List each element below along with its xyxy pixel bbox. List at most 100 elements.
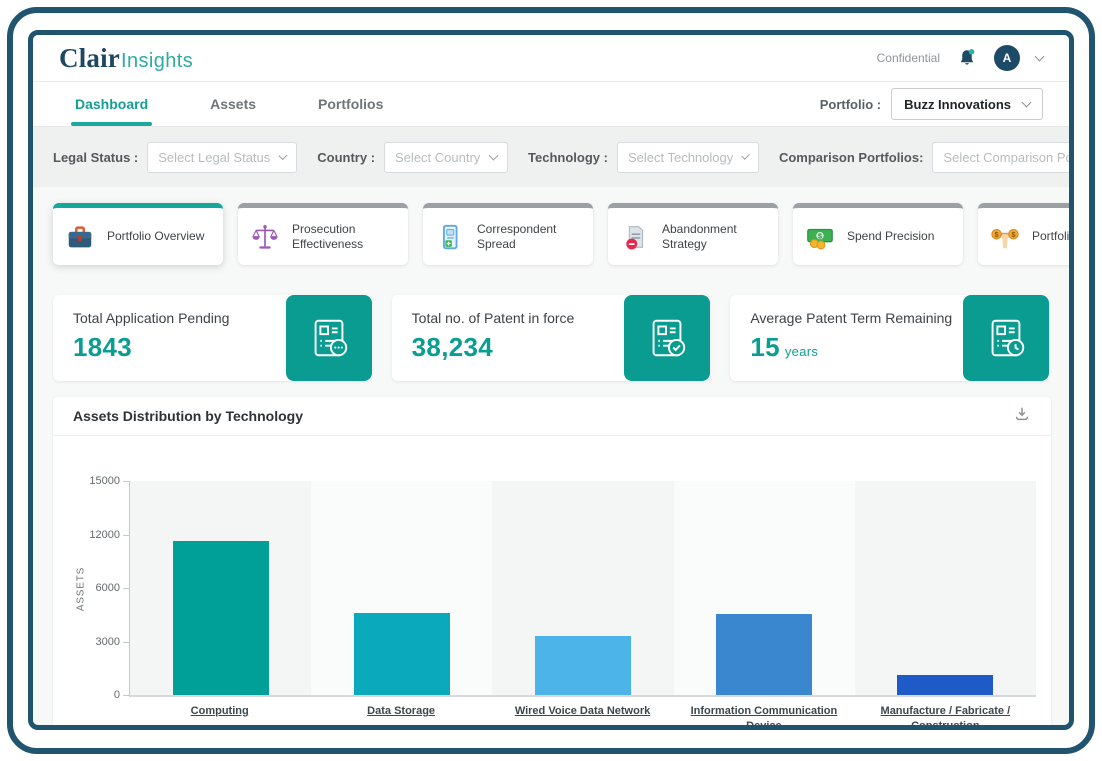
- stat-card-patent-term-remaining: Average Patent Term Remaining 15 years: [730, 295, 1049, 381]
- chevron-down-icon: [741, 151, 749, 159]
- comparison-portfolio-placeholder: Select Comparison Portfolio: [943, 150, 1074, 165]
- portfolio-select[interactable]: Buzz Innovations: [891, 88, 1043, 120]
- legal-status-placeholder: Select Legal Status: [158, 150, 270, 165]
- feature-tab-label: Spend Precision: [847, 229, 934, 244]
- page-content: Portfolio Overview Prosecution Effective…: [33, 187, 1069, 730]
- chevron-down-icon: [489, 151, 499, 161]
- feature-tab-spend-precision[interactable]: $ Spend Precision: [793, 203, 963, 265]
- app-header: Clair Insights Confidential A: [33, 35, 1069, 82]
- legal-status-label: Legal Status :: [53, 150, 138, 165]
- x-axis-label[interactable]: Wired Voice Data Network: [515, 704, 650, 730]
- feature-tab-label: Correspondent Spread: [477, 222, 581, 252]
- x-axis-label[interactable]: Manufacture / Fabricate / Construction: [866, 704, 1024, 730]
- chart-plot-area: ASSETS 0300060001200015000: [129, 481, 1036, 697]
- feature-tab-abandonment-strategy[interactable]: Abandonment Strategy: [608, 203, 778, 265]
- chevron-down-icon: [279, 151, 288, 160]
- stat-value: 1843: [73, 332, 132, 362]
- stat-cards: Total Application Pending 1843: [53, 295, 1049, 381]
- stat-value: 15: [750, 332, 780, 362]
- briefcase-icon: [65, 222, 95, 252]
- feature-tab-correspondent-spread[interactable]: Correspondent Spread: [423, 203, 593, 265]
- portfolio-select-value: Buzz Innovations: [904, 97, 1011, 112]
- chart-column: [674, 481, 855, 695]
- document-check-icon: [644, 315, 690, 361]
- chart-plot: 0300060001200015000: [129, 481, 1036, 697]
- bar-information-communication-device[interactable]: [716, 614, 812, 695]
- stat-tile: [963, 295, 1049, 381]
- axis-tick: [123, 642, 130, 643]
- nav-bar: Dashboard Assets Portfolios Portfolio : …: [33, 82, 1069, 126]
- stat-label: Average Patent Term Remaining: [750, 310, 952, 326]
- stat-card-patents-in-force: Total no. of Patent in force 38,234: [392, 295, 711, 381]
- bar-data-storage[interactable]: [354, 613, 450, 695]
- x-axis-label[interactable]: Computing: [191, 704, 249, 730]
- stat-card-applications-pending: Total Application Pending 1843: [53, 295, 372, 381]
- scales-icon: [250, 222, 280, 252]
- document-dots-icon: [306, 315, 352, 361]
- chart-column: [855, 481, 1036, 695]
- document-minus-icon: [620, 222, 650, 252]
- technology-placeholder: Select Technology: [628, 150, 733, 165]
- technology-label: Technology :: [528, 150, 608, 165]
- bell-icon[interactable]: [956, 47, 978, 69]
- chevron-down-icon[interactable]: [1035, 52, 1045, 62]
- chevron-down-icon: [1022, 98, 1032, 108]
- cash-coins-icon: $: [805, 222, 835, 252]
- y-tick-label: 3000: [68, 636, 120, 648]
- axis-tick: [123, 588, 130, 589]
- bar-wired-voice-data-network[interactable]: [535, 636, 631, 695]
- chart-title: Assets Distribution by Technology: [73, 408, 303, 424]
- confidential-label: Confidential: [877, 51, 940, 65]
- stat-unit: years: [785, 344, 818, 359]
- chart-card: Assets Distribution by Technology ASSETS…: [53, 397, 1051, 730]
- bar-manufacture-fabricate-construction[interactable]: [897, 675, 993, 695]
- y-tick-label: 12000: [68, 529, 120, 541]
- feature-tab-label: Abandonment Strategy: [662, 222, 766, 252]
- brand-clair: Clair: [59, 43, 120, 74]
- portfolio-select-label: Portfolio :: [820, 97, 881, 112]
- technology-select[interactable]: Select Technology: [617, 142, 759, 173]
- feature-tab-label: Portfolio Overview: [107, 229, 204, 244]
- x-axis-label[interactable]: Information Communication Device: [685, 704, 843, 730]
- country-label: Country :: [317, 150, 375, 165]
- brand-logo: Clair Insights: [59, 43, 193, 74]
- feature-tabs: Portfolio Overview Prosecution Effective…: [53, 203, 1049, 265]
- country-placeholder: Select Country: [395, 150, 480, 165]
- filter-bar: Legal Status : Select Legal Status Count…: [33, 126, 1069, 187]
- y-tick-label: 15000: [68, 475, 120, 487]
- tab-assets[interactable]: Assets: [210, 82, 256, 126]
- chart-column: [130, 481, 311, 695]
- country-select[interactable]: Select Country: [384, 142, 508, 173]
- feature-tab-label: Portfolio Strength: [1032, 229, 1074, 244]
- avatar[interactable]: A: [994, 45, 1020, 71]
- chart-column: [492, 481, 673, 695]
- feature-tab-prosecution-effectiveness[interactable]: Prosecution Effectiveness: [238, 203, 408, 265]
- axis-tick: [123, 535, 130, 536]
- y-tick-label: 0: [68, 689, 120, 701]
- brand-insights: Insights: [121, 50, 193, 73]
- feature-tab-portfolio-strength[interactable]: $ $ Portfolio Strength: [978, 203, 1074, 265]
- comparison-portfolio-select[interactable]: Select Comparison Portfolio: [932, 142, 1074, 173]
- app-window: Clair Insights Confidential A Dashbo: [28, 30, 1074, 730]
- device-plus-icon: [435, 222, 465, 252]
- tab-portfolios[interactable]: Portfolios: [318, 82, 383, 126]
- stat-tile: [624, 295, 710, 381]
- stat-value: 38,234: [412, 332, 493, 362]
- axis-tick: [123, 695, 130, 696]
- x-axis-label[interactable]: Data Storage: [367, 704, 435, 730]
- screenshot-stage: Clair Insights Confidential A Dashbo: [0, 0, 1102, 761]
- bar-computing[interactable]: [173, 541, 269, 695]
- legal-status-select[interactable]: Select Legal Status: [147, 142, 297, 173]
- y-tick-label: 6000: [68, 582, 120, 594]
- stat-tile: [286, 295, 372, 381]
- comparison-portfolios-label: Comparison Portfolios:: [779, 150, 923, 165]
- axis-tick: [123, 481, 130, 482]
- tab-dashboard[interactable]: Dashboard: [75, 82, 148, 126]
- chart-column: [311, 481, 492, 695]
- download-icon[interactable]: [1013, 405, 1031, 428]
- document-clock-icon: [983, 315, 1029, 361]
- feature-tab-portfolio-overview[interactable]: Portfolio Overview: [53, 203, 223, 265]
- stat-label: Total no. of Patent in force: [412, 310, 575, 326]
- stat-label: Total Application Pending: [73, 310, 229, 326]
- chart-x-labels: Computing Data Storage Wired Voice Data Ne…: [129, 704, 1036, 730]
